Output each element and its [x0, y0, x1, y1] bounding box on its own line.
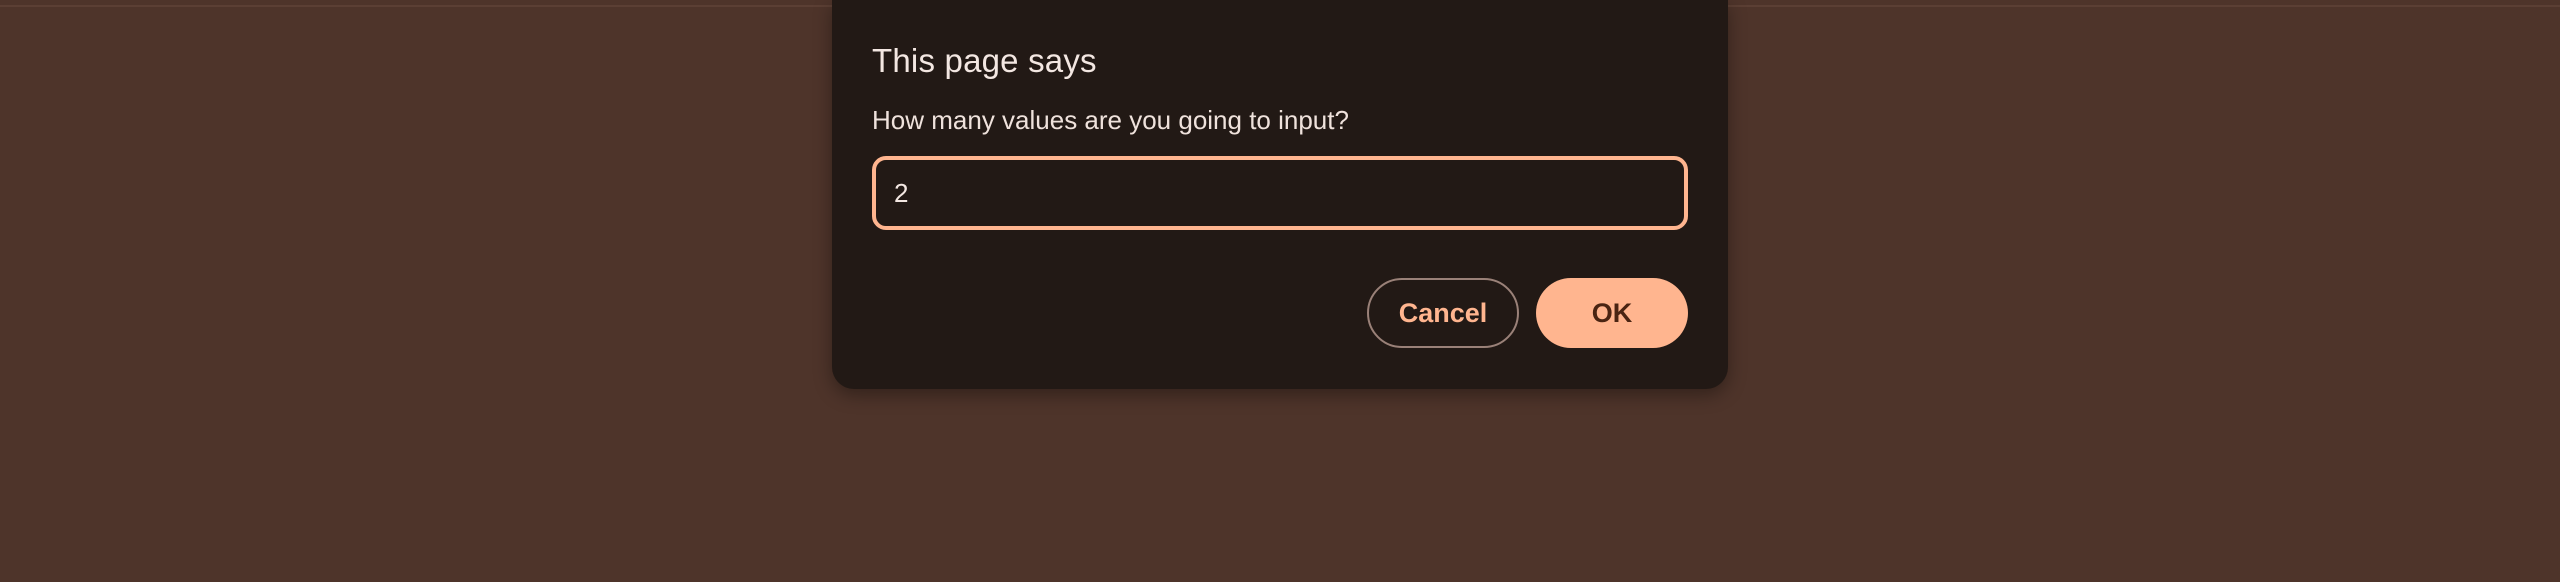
cancel-button[interactable]: Cancel [1367, 278, 1519, 348]
dialog-title: This page says [872, 42, 1097, 79]
prompt-dialog: This page says How many values are you g… [832, 0, 1728, 389]
prompt-input[interactable] [872, 156, 1688, 230]
ok-button[interactable]: OK [1536, 278, 1688, 348]
dialog-message: How many values are you going to input? [872, 105, 1349, 135]
